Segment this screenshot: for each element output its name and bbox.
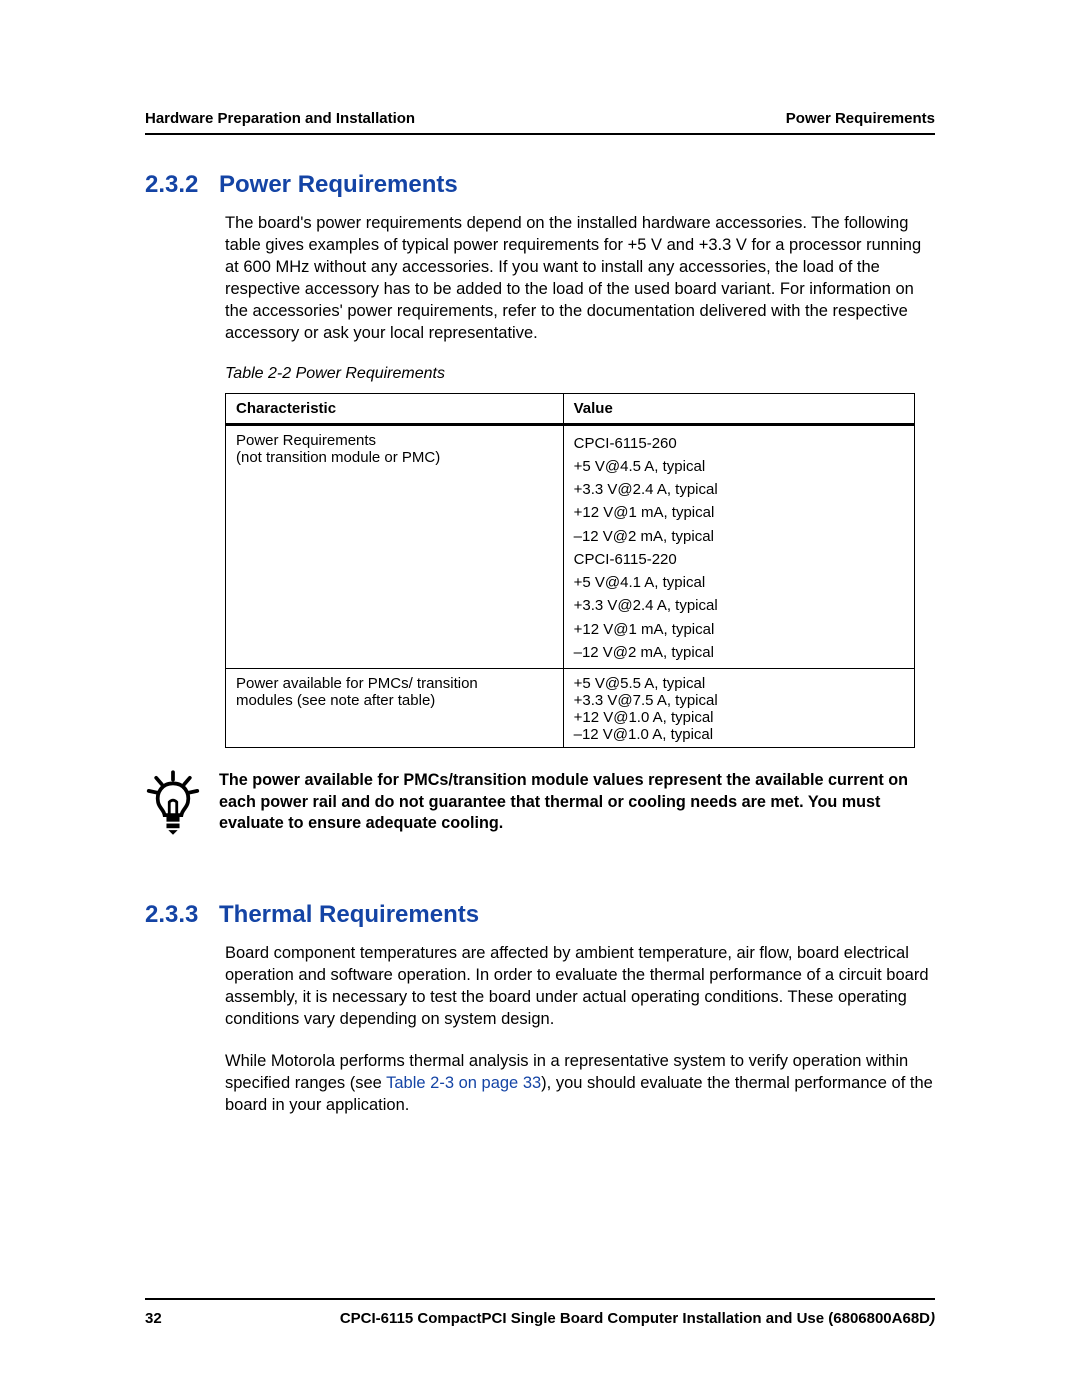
table-header-cell: Characteristic [226, 393, 564, 424]
table-caption: Table 2-2 Power Requirements [225, 365, 935, 383]
section-title: Thermal Requirements [219, 901, 479, 928]
value-line: +3.3 V@2.4 A, typical [574, 478, 904, 501]
cross-reference-link[interactable]: Table 2-3 on page 33 [386, 1074, 541, 1092]
footer-doc-title: CPCI-6115 CompactPCI Single Board Comput… [340, 1310, 935, 1327]
table-cell-characteristic: Power Requirements (not transition modul… [226, 424, 564, 669]
char-line: (not transition module or PMC) [236, 449, 553, 466]
table-cell-value: CPCI-6115-260 +5 V@4.5 A, typical +3.3 V… [563, 424, 914, 669]
value-line: –12 V@2 mA, typical [574, 525, 904, 548]
section-number: 2.3.3 [145, 901, 219, 929]
value-line: +5 V@5.5 A, typical [574, 675, 904, 692]
section-heading: 2.3.2Power Requirements [145, 171, 935, 199]
value-line: +12 V@1.0 A, typical [574, 709, 904, 726]
value-line: +12 V@1 mA, typical [574, 501, 904, 524]
header-left: Hardware Preparation and Installation [145, 110, 415, 127]
running-header: Hardware Preparation and Installation Po… [145, 110, 935, 135]
table-cell-characteristic: Power available for PMCs/ transition mod… [226, 669, 564, 748]
note-text: The power available for PMCs/transition … [201, 770, 935, 841]
power-requirements-table: Characteristic Value Power Requirements … [225, 393, 915, 749]
char-line: Power Requirements [236, 432, 553, 449]
section-paragraph: Board component temperatures are affecte… [225, 943, 935, 1031]
page-footer: 32 CPCI-6115 CompactPCI Single Board Com… [145, 1298, 935, 1327]
value-line: +12 V@1 mA, typical [574, 618, 904, 641]
header-right: Power Requirements [786, 110, 935, 127]
section-title: Power Requirements [219, 171, 458, 198]
note-block: The power available for PMCs/transition … [145, 770, 935, 841]
doc-rev-close: ) [930, 1310, 935, 1327]
value-line: +3.3 V@7.5 A, typical [574, 692, 904, 709]
value-line: CPCI-6115-220 [574, 548, 904, 571]
table-header-cell: Value [563, 393, 914, 424]
value-line: +5 V@4.5 A, typical [574, 455, 904, 478]
page-number: 32 [145, 1310, 162, 1327]
char-line: modules (see note after table) [236, 692, 553, 709]
value-line: –12 V@1.0 A, typical [574, 726, 904, 743]
section-number: 2.3.2 [145, 171, 219, 199]
value-line: –12 V@2 mA, typical [574, 641, 904, 664]
section-paragraph: While Motorola performs thermal analysis… [225, 1051, 935, 1117]
table-row: Power Requirements (not transition modul… [226, 424, 915, 669]
table-header-row: Characteristic Value [226, 393, 915, 424]
table-cell-value: +5 V@5.5 A, typical +3.3 V@7.5 A, typica… [563, 669, 914, 748]
doc-title-text: CPCI-6115 CompactPCI Single Board Comput… [340, 1310, 930, 1327]
section-paragraph: The board's power requirements depend on… [225, 213, 935, 345]
section-power-requirements: 2.3.2Power Requirements The board's powe… [145, 171, 935, 841]
section-heading: 2.3.3Thermal Requirements [145, 901, 935, 929]
value-line: +3.3 V@2.4 A, typical [574, 594, 904, 617]
document-page: Hardware Preparation and Installation Po… [0, 0, 1080, 1397]
value-line: +5 V@4.1 A, typical [574, 571, 904, 594]
table-row: Power available for PMCs/ transition mod… [226, 669, 915, 748]
lightbulb-icon [145, 770, 201, 841]
char-line: Power available for PMCs/ transition [236, 675, 553, 692]
section-thermal-requirements: 2.3.3Thermal Requirements Board componen… [145, 901, 935, 1117]
value-line: CPCI-6115-260 [574, 432, 904, 455]
